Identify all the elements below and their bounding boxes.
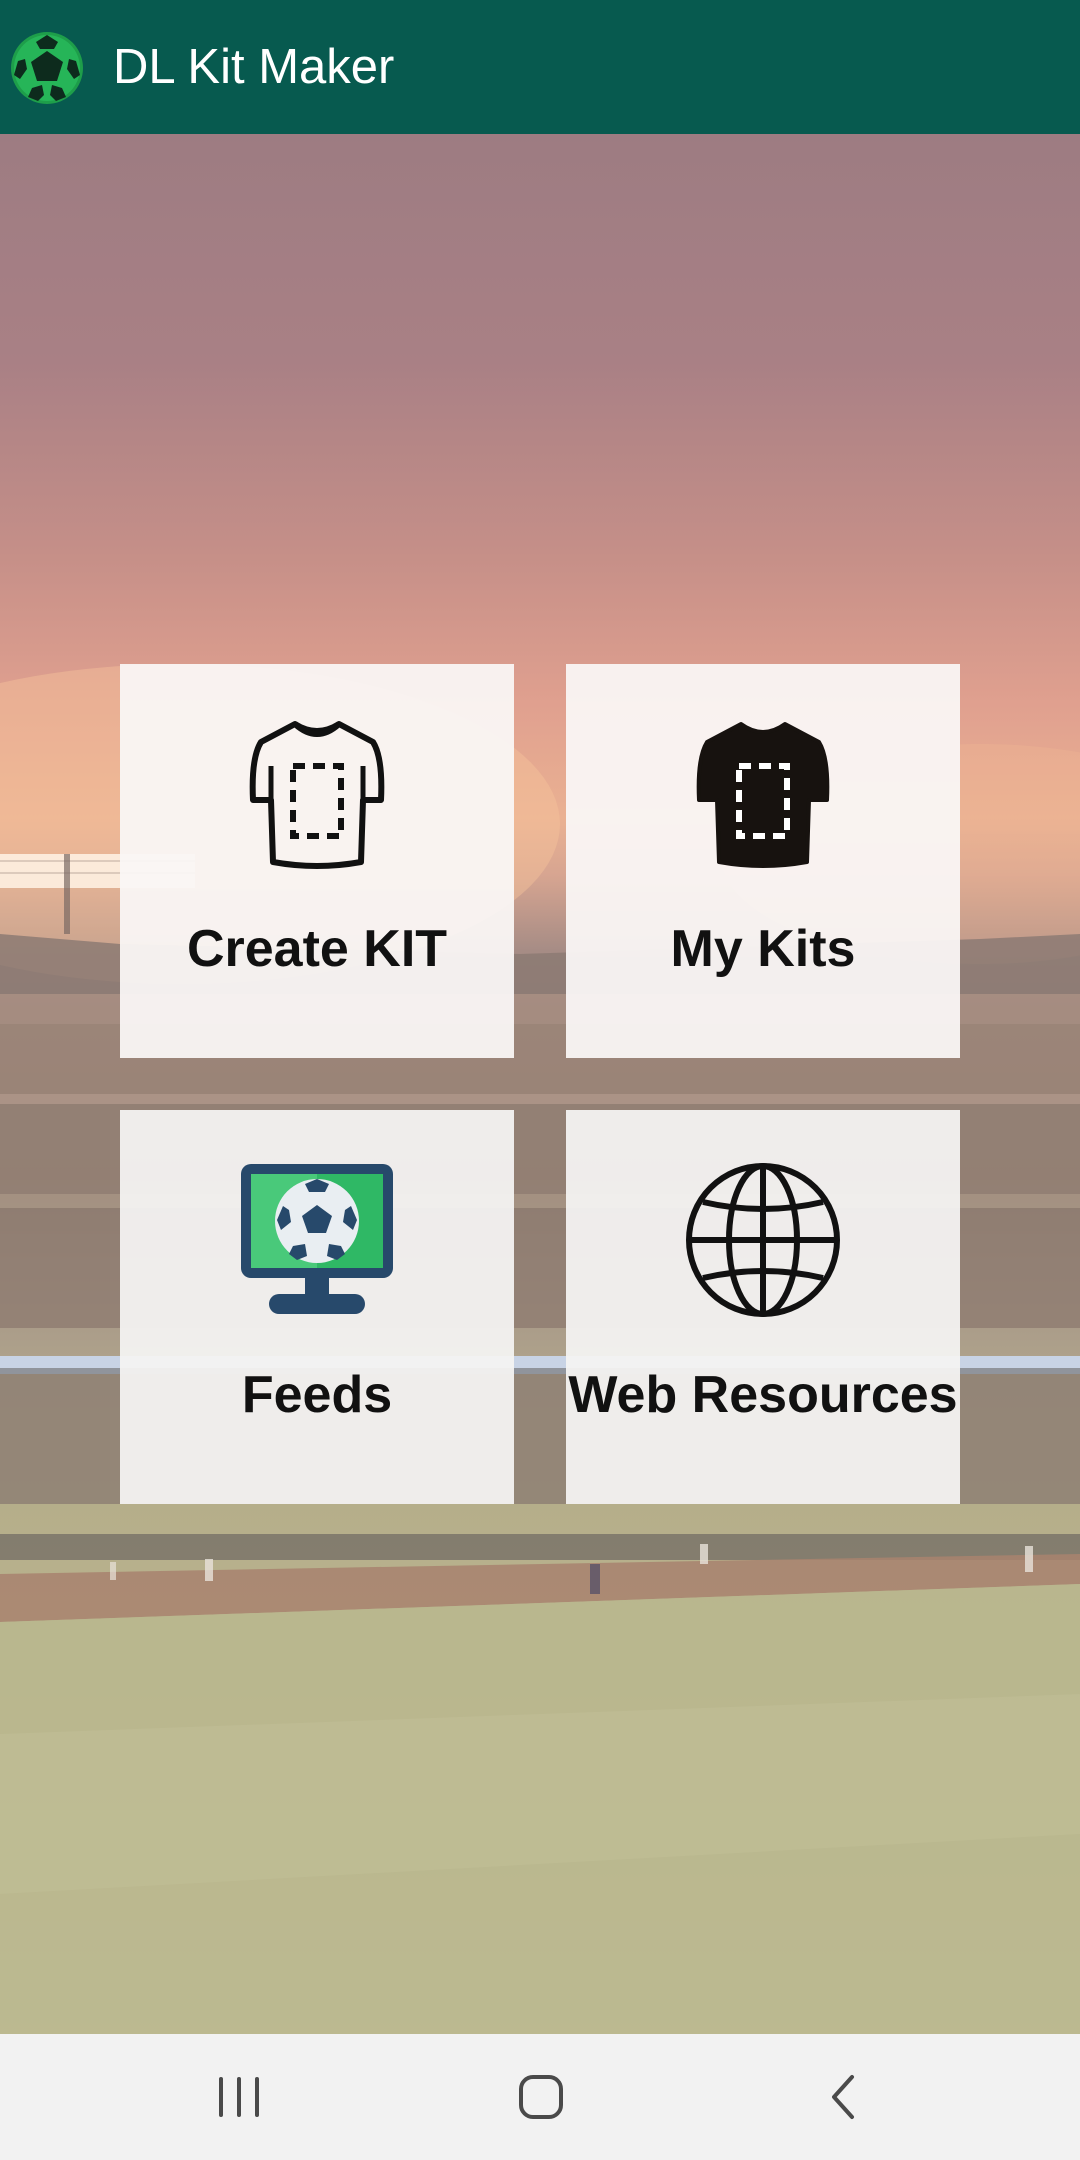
- home-button[interactable]: [481, 2052, 601, 2142]
- recent-apps-icon: [219, 2077, 259, 2117]
- create-kit-label: Create KIT: [186, 920, 448, 978]
- feeds-button[interactable]: Feeds: [120, 1110, 514, 1504]
- soccer-ball-logo-icon: [11, 32, 83, 104]
- stadium-background: [0, 134, 1080, 2034]
- outline-shirt-icon: [249, 721, 385, 869]
- my-kits-button[interactable]: My Kits: [566, 664, 960, 1058]
- web-resources-button[interactable]: Web Resources: [566, 1110, 960, 1504]
- back-button[interactable]: [784, 2052, 904, 2142]
- web-resources-label: Web Resources: [568, 1366, 958, 1424]
- globe-icon: [686, 1163, 840, 1317]
- app-bar: DL Kit Maker: [0, 0, 1080, 134]
- screen: DL Kit Maker Create KIT My Kits Feeds We…: [0, 0, 1080, 2160]
- my-kits-label: My Kits: [670, 920, 856, 978]
- filled-shirt-icon: [696, 722, 830, 868]
- recent-apps-button[interactable]: [179, 2052, 299, 2142]
- app-title: DL Kit Maker: [113, 40, 395, 94]
- home-icon: [519, 2075, 563, 2119]
- monitor-soccer-ball-icon: [241, 1164, 393, 1314]
- back-icon: [832, 2075, 854, 2119]
- feeds-label: Feeds: [241, 1366, 393, 1424]
- system-navigation-bar: [0, 2034, 1080, 2160]
- create-kit-button[interactable]: Create KIT: [120, 664, 514, 1058]
